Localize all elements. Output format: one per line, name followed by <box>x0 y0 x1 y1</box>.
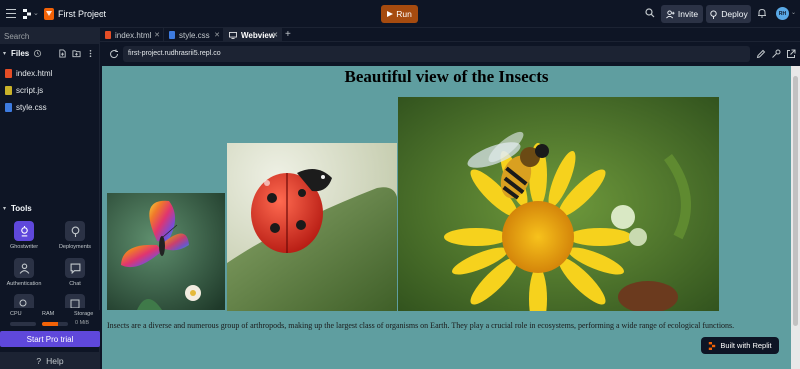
file-name: script.js <box>16 86 44 95</box>
open-new-window-icon[interactable] <box>786 49 796 59</box>
play-icon <box>387 11 394 17</box>
tool-chat[interactable]: Chat <box>55 258 95 294</box>
ladybug-image <box>227 143 397 311</box>
css-file-icon <box>5 103 12 112</box>
ram-label: RAM <box>42 311 55 317</box>
chevron-down-icon[interactable]: ⌄ <box>99 9 105 17</box>
project-icon <box>44 8 54 20</box>
bell-icon[interactable] <box>757 8 767 18</box>
chevron-down-icon[interactable]: ⌄ <box>791 9 796 16</box>
page-title: Beautiful view of the Insects <box>344 67 549 86</box>
file-name: index.html <box>16 69 53 78</box>
tools-label: Tools <box>11 204 32 213</box>
tools-header[interactable]: ▾ Tools <box>0 202 100 216</box>
bee-on-flower-image <box>398 97 719 311</box>
deployments-icon <box>65 221 85 241</box>
deploy-button[interactable]: Deploy <box>706 5 751 23</box>
editor-tab-bar: index.html ✕ style.css ✕ Webview ✕ + <box>100 28 800 42</box>
tool-ghostwriter[interactable]: Ghostwriter <box>4 221 44 257</box>
run-button[interactable]: Run <box>381 5 418 23</box>
storage-value: 0 MiB <box>75 320 90 326</box>
css-file-icon <box>169 31 175 39</box>
deploy-icon <box>710 9 717 19</box>
cpu-label: CPU <box>10 311 22 317</box>
start-pro-trial-button[interactable]: Start Pro trial <box>0 331 100 347</box>
tab-label: style.css <box>179 30 210 40</box>
file-item-script-js[interactable]: script.js <box>0 83 100 98</box>
invite-button[interactable]: Invite <box>661 5 703 23</box>
tool-more-1[interactable] <box>4 294 44 308</box>
top-bar: ⌄ First Project ⌄ Run Invite Deploy RH ⌄ <box>0 0 800 28</box>
webview-toolbar: first-project.rudhrasrii5.repl.co <box>100 42 800 66</box>
monitor-icon <box>229 31 237 39</box>
help-label: Help <box>46 355 64 366</box>
close-icon[interactable]: ✕ <box>272 31 278 39</box>
html-file-icon <box>105 31 111 39</box>
scrollbar-thumb[interactable] <box>793 76 798 326</box>
deploy-label: Deploy <box>721 9 748 19</box>
chevron-down-icon[interactable]: ▾ <box>3 205 6 212</box>
add-tab-icon[interactable]: + <box>285 29 291 40</box>
tool-deployments[interactable]: Deployments <box>55 221 95 257</box>
tool-more-2[interactable] <box>55 294 95 308</box>
ram-meter <box>42 322 68 326</box>
js-file-icon <box>5 86 12 95</box>
window-icon <box>65 294 85 308</box>
avatar[interactable]: RH <box>776 7 789 20</box>
authentication-icon <box>14 258 34 278</box>
history-icon[interactable] <box>33 49 42 58</box>
invite-label: Invite <box>677 9 699 19</box>
new-file-icon[interactable] <box>58 49 67 58</box>
tool-label: Chat <box>69 281 81 287</box>
files-label: Files <box>11 49 30 58</box>
resource-usage[interactable]: CPU RAM Storage 0 MiB <box>0 310 100 330</box>
ram-meter-fill <box>42 322 58 326</box>
help-button[interactable]: ? Help <box>0 352 100 369</box>
ghostwriter-icon <box>14 221 34 241</box>
menu-icon[interactable] <box>6 9 16 18</box>
more-options-icon[interactable] <box>86 49 95 58</box>
tab-webview[interactable]: Webview ✕ <box>224 28 282 42</box>
file-item-index-html[interactable]: index.html <box>0 66 100 81</box>
storage-label: Storage <box>74 311 94 317</box>
file-item-style-css[interactable]: style.css <box>0 100 100 115</box>
built-with-replit-badge[interactable]: Built with Replit <box>701 337 779 354</box>
edit-icon[interactable] <box>756 49 766 59</box>
tab-style-css[interactable]: style.css ✕ <box>164 28 224 42</box>
search-icon[interactable] <box>645 8 655 18</box>
tool-label: Ghostwriter <box>9 244 39 250</box>
search-icon <box>14 294 34 308</box>
reload-icon[interactable] <box>109 49 119 59</box>
tool-authentication[interactable]: Authentication <box>4 258 44 294</box>
tab-index-html[interactable]: index.html ✕ <box>100 28 164 42</box>
chat-icon <box>65 258 85 278</box>
search-input[interactable]: Search <box>0 28 100 44</box>
replit-logo[interactable] <box>22 9 32 19</box>
run-label: Run <box>396 9 412 19</box>
butterfly-image <box>107 193 225 310</box>
close-icon[interactable]: ✕ <box>214 31 220 39</box>
add-user-icon <box>665 9 675 18</box>
new-folder-icon[interactable] <box>72 49 81 58</box>
file-name: style.css <box>16 103 47 112</box>
replit-logo <box>709 341 716 350</box>
intro-paragraph: Insects are a diverse and numerous group… <box>107 321 735 330</box>
tab-label: Webview <box>241 30 276 40</box>
help-icon: ? <box>36 355 42 366</box>
url-bar[interactable]: first-project.rudhrasrii5.repl.co <box>123 46 750 62</box>
tool-label: Deployments <box>58 244 92 250</box>
html-file-icon <box>5 69 12 78</box>
close-icon[interactable]: ✕ <box>154 31 160 39</box>
webview-page: Beautiful view of the Insects Insects ar… <box>102 66 791 369</box>
tab-label: index.html <box>115 30 152 40</box>
files-header[interactable]: ▾ Files <box>0 47 100 61</box>
tool-label: Authentication <box>6 281 42 287</box>
sidebar: Search ▾ Files index.html script.js styl… <box>0 28 100 369</box>
cpu-meter <box>10 322 36 326</box>
built-label: Built with Replit <box>720 341 772 350</box>
webview-scrollbar[interactable] <box>791 66 800 369</box>
chevron-down-icon[interactable]: ▾ <box>3 50 6 57</box>
chevron-down-icon[interactable]: ⌄ <box>33 9 39 17</box>
devtools-icon[interactable] <box>771 49 781 59</box>
